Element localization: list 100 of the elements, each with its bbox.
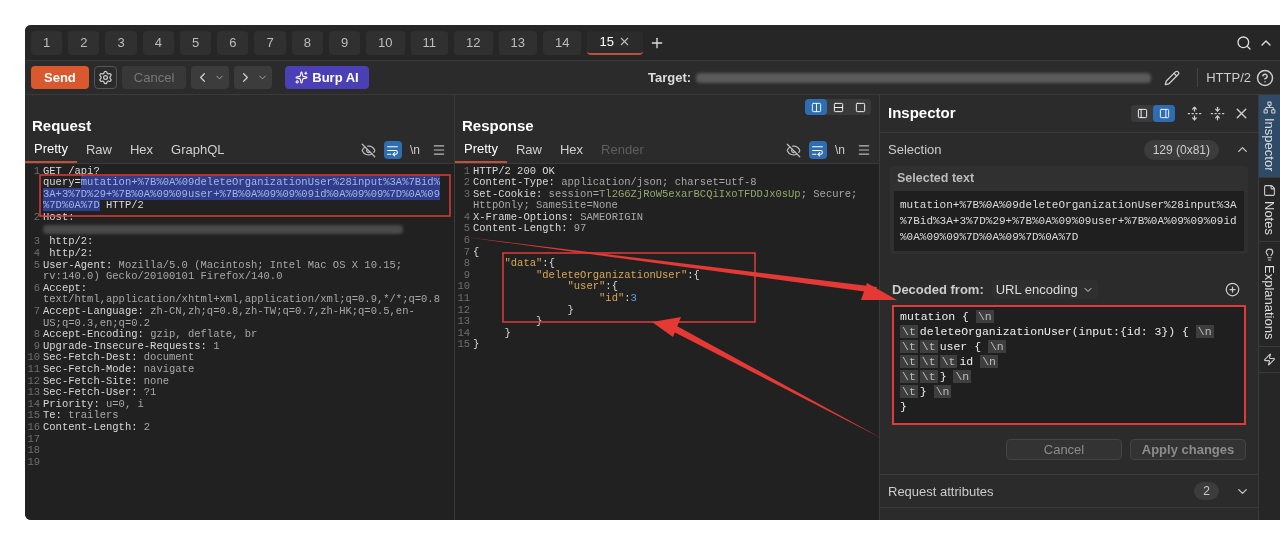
code-line: Accept-Encoding: gzip, deflate, br — [43, 329, 259, 341]
layout-button[interactable] — [1153, 105, 1175, 122]
code-line: http/2: — [48, 236, 95, 248]
search-icon[interactable] — [1236, 34, 1252, 51]
view-tab[interactable]: Pretty — [455, 137, 507, 163]
add-icon[interactable] — [1225, 282, 1240, 297]
help-icon[interactable] — [1256, 68, 1274, 87]
line-number: 12 — [26, 375, 41, 388]
hide-icon[interactable] — [786, 142, 801, 158]
line-number: 3 — [462, 188, 471, 202]
request-tab[interactable]: 3 — [105, 30, 137, 55]
line-number: 12 — [456, 304, 471, 317]
request-tab[interactable]: 11 — [410, 30, 449, 55]
section-title[interactable]: Request attributes — [888, 481, 994, 501]
cancel-button[interactable]: Cancel — [1006, 439, 1122, 461]
line-number: 6 — [462, 235, 471, 247]
code-line: Content-Length: 97 — [473, 223, 588, 236]
line-number: 11 — [456, 293, 471, 305]
view-tab[interactable]: Hex — [121, 137, 163, 163]
line-number: 5 — [32, 259, 41, 273]
request-tab[interactable]: 14 — [543, 30, 582, 55]
code-line: Upgrade-Insecure-Requests: 1 — [43, 340, 221, 352]
line-number: 2 — [32, 211, 41, 225]
request-tab[interactable]: 7 — [254, 30, 286, 55]
menu-icon[interactable] — [432, 143, 446, 157]
line-number: 3 — [32, 236, 41, 249]
line-number: 9 — [462, 269, 471, 282]
request-tab[interactable]: 1 — [31, 30, 63, 55]
line-number: 14 — [456, 327, 471, 340]
line-number: 5 — [462, 223, 471, 236]
side-tab[interactable]: Notes — [1259, 178, 1280, 243]
view-tab[interactable]: Pretty — [25, 137, 77, 163]
section-title[interactable]: Selection — [888, 139, 942, 160]
request-tab[interactable]: 9 — [328, 30, 361, 55]
side-tab[interactable]: Explanations — [1259, 242, 1280, 347]
panel-title: Inspector — [888, 103, 956, 124]
code-line: Content-Type: application/json; charset=utf-8 — [473, 177, 758, 189]
count-badge: 129 (0x81) — [1143, 139, 1219, 160]
code-line: } — [566, 304, 575, 317]
settings-button[interactable] — [93, 66, 117, 89]
line-number: 16 — [26, 421, 41, 434]
menu-icon[interactable] — [857, 143, 871, 157]
line-number: 6 — [32, 282, 41, 296]
decoded-label: Decoded from: — [892, 280, 984, 299]
encoding-dropdown[interactable]: URL encoding — [991, 279, 1098, 300]
code-line: Sec-Fetch-Mode: navigate — [43, 364, 196, 376]
line-number: 10 — [456, 281, 471, 294]
layout-button[interactable] — [805, 99, 827, 115]
view-tab[interactable]: Raw — [506, 137, 551, 163]
line-number: 7 — [462, 246, 471, 259]
code-line: X-Frame-Options: SAMEORIGIN — [473, 211, 645, 223]
edit-icon[interactable] — [1164, 69, 1181, 86]
apply-button[interactable]: Apply changes — [1130, 439, 1246, 461]
forward-button[interactable] — [234, 66, 273, 89]
collapse-icon[interactable] — [1210, 106, 1225, 121]
view-tab[interactable]: Raw — [76, 137, 121, 163]
request-tab[interactable]: 8 — [291, 30, 323, 55]
wrap-toggle[interactable] — [809, 141, 827, 159]
send-button[interactable]: Send — [31, 66, 89, 89]
code-line: } — [503, 327, 512, 340]
burp-ai-button[interactable]: Burp AI — [285, 66, 369, 89]
code-line: Content-Length: 2 — [43, 421, 152, 434]
back-button[interactable] — [191, 66, 230, 89]
selected-text: mutation+%7B%0A%09deleteOrganizationUser%28input%3A%7Bid%3A+3%7D%29+%7B%0A%09%09user+%7B%0A%09%09%09id%0A%09%09%7D%0A%09%7D%0A%7D — [894, 190, 1244, 251]
request-tab[interactable]: 4 — [142, 30, 174, 55]
line-number: 13 — [26, 387, 41, 399]
newline-toggle[interactable]: \n — [835, 141, 845, 159]
code-line: HTTP/2 200 OK — [473, 165, 556, 178]
layout-icon — [854, 101, 866, 113]
line-number: 11 — [26, 364, 41, 376]
line-number: 17 — [26, 433, 41, 446]
inspector-icon — [1263, 101, 1276, 114]
line-number: 1 — [462, 165, 471, 178]
line-number: 4 — [32, 248, 41, 260]
request-tab[interactable]: 2 — [68, 30, 100, 55]
request-tab[interactable]: 15 — [587, 30, 643, 55]
line-number: 18 — [26, 445, 41, 457]
line-number: 7 — [32, 306, 41, 320]
expand-icon[interactable] — [1187, 106, 1202, 121]
code-line: } — [473, 339, 481, 351]
request-tab[interactable]: 5 — [179, 30, 212, 55]
side-tab[interactable]: Inspector — [1259, 95, 1280, 179]
request-tab[interactable]: 13 — [498, 30, 537, 55]
request-tab[interactable]: 12 — [454, 30, 493, 55]
view-tab[interactable]: GraphQL — [162, 137, 234, 163]
panel-icon — [1158, 108, 1170, 119]
panel-title: Request — [31, 116, 93, 136]
newline-toggle[interactable]: \n — [410, 141, 420, 159]
decoded-text[interactable]: mutation { \n \t deleteOrganizationUser(input:{id: 3}) { \n \t \t user { \n \t \t \t id \n \t \t } \n \t } \n } — [892, 305, 1246, 426]
line-number: 2 — [462, 177, 471, 189]
hide-icon[interactable] — [361, 142, 376, 158]
code-line: Priority: u=0, i — [43, 398, 145, 410]
request-tab[interactable]: 10 — [366, 30, 405, 55]
code-line: User-Agent: Mozilla/5.0 (Macintosh; Intel Mac OS X 10.15; rv:140.0) Gecko/20100101 Firefox/140.0 — [43, 259, 404, 283]
line-number: 1 — [32, 165, 41, 179]
line-number: 19 — [26, 456, 41, 469]
request-tab[interactable]: 6 — [217, 30, 249, 55]
protocol-label[interactable]: HTTP/2 — [1197, 67, 1251, 88]
view-tab[interactable]: Hex — [551, 137, 593, 163]
wrap-toggle[interactable] — [384, 141, 402, 159]
